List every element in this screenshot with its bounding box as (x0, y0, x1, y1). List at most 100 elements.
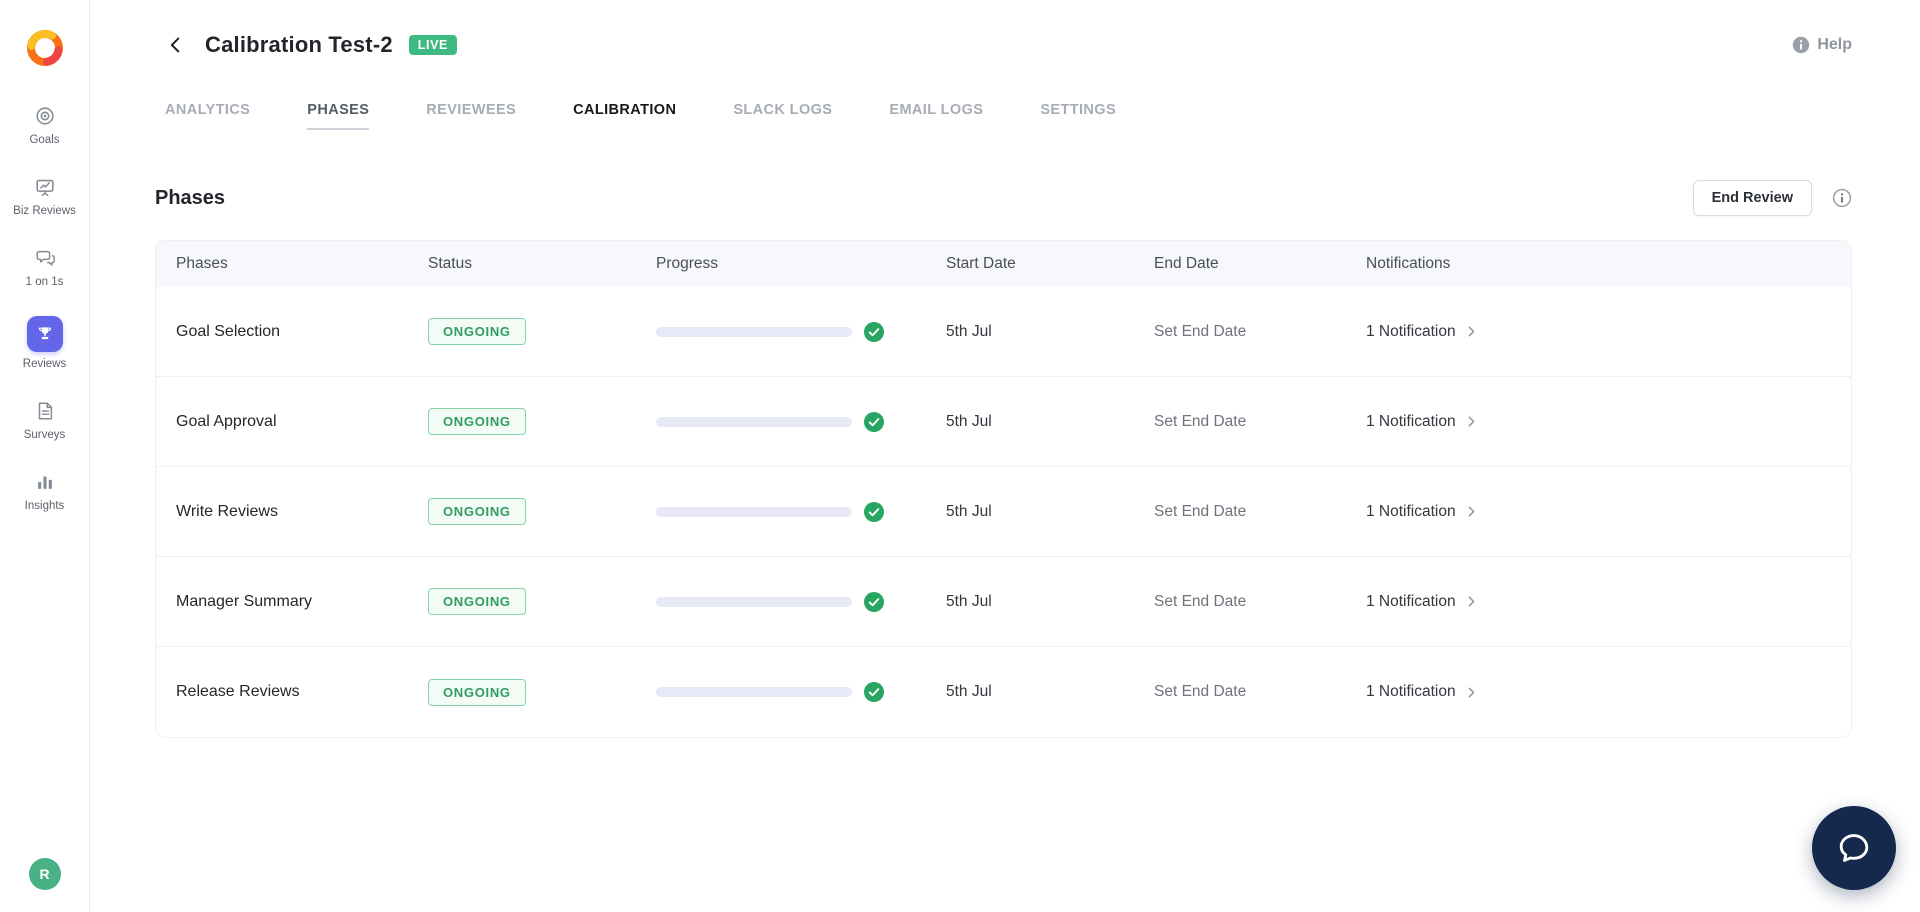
status-badge: ONGOING (428, 318, 526, 345)
one-on-ones-icon (33, 246, 57, 270)
table-row: Write Reviews ONGOING 5th Jul Set End Da… (156, 467, 1851, 557)
tab-email-logs[interactable]: EMAIL LOGS (889, 102, 983, 130)
notifications-link[interactable]: 1 Notification (1366, 413, 1851, 431)
info-button[interactable] (1832, 188, 1852, 208)
sidebar-item-goals[interactable]: Goals (0, 104, 89, 148)
chevron-right-icon (1468, 506, 1474, 517)
column-header-start-date: Start Date (946, 255, 1016, 272)
biz-reviews-icon (33, 175, 57, 199)
check-circle-icon (864, 591, 884, 612)
check-circle-icon (864, 682, 884, 702)
status-badge: ONGOING (428, 588, 526, 615)
progress-indicator (656, 501, 946, 522)
status-badge: ONGOING (428, 678, 526, 706)
app-logo-icon[interactable] (23, 26, 67, 70)
phases-section-header: Phases End Review (155, 180, 1852, 216)
start-date: 5th Jul (946, 412, 992, 430)
progress-bar (656, 596, 852, 607)
chevron-right-icon (1468, 596, 1474, 607)
sidebar-item-insights[interactable]: Insights (0, 470, 89, 514)
back-button[interactable] (163, 32, 189, 58)
info-outline-icon (1832, 188, 1852, 208)
phase-name: Manager Summary (176, 592, 313, 610)
set-end-date-link[interactable]: Set End Date (1154, 323, 1366, 341)
set-end-date-link[interactable]: Set End Date (1154, 683, 1366, 701)
insights-icon (33, 470, 57, 494)
tab-reviewees[interactable]: REVIEWEES (426, 102, 516, 130)
notifications-link[interactable]: 1 Notification (1366, 323, 1851, 341)
tab-phases[interactable]: PHASES (307, 102, 370, 130)
phase-name: Release Reviews (176, 683, 300, 700)
phase-name: Goal Selection (176, 322, 281, 340)
phases-table: Phases Status Progress Start Date End Da… (155, 240, 1852, 738)
progress-bar (656, 326, 852, 337)
progress-indicator (656, 321, 946, 342)
sidebar-item-label: Insights (24, 499, 65, 512)
table-row: Release Reviews ONGOING 5th Jul Set End … (156, 647, 1851, 737)
sidebar-nav: Goals Biz Reviews 1 on 1s Reviews Survey… (0, 104, 89, 514)
status-badge: ONGOING (428, 498, 526, 525)
chevron-right-icon (1468, 416, 1474, 427)
progress-indicator (656, 591, 946, 612)
check-circle-icon (864, 321, 884, 342)
status-badge: ONGOING (428, 408, 526, 435)
notifications-link[interactable]: 1 Notification (1366, 593, 1851, 611)
tab-slack-logs[interactable]: SLACK LOGS (733, 102, 832, 130)
table-row: Manager Summary ONGOING 5th Jul Set End … (156, 557, 1851, 647)
chevron-right-icon (1468, 687, 1474, 697)
set-end-date-link[interactable]: Set End Date (1154, 593, 1366, 611)
sidebar-item-label: Reviews (22, 358, 67, 371)
set-end-date-link[interactable]: Set End Date (1154, 413, 1366, 431)
progress-bar (656, 687, 852, 697)
progress-bar (656, 416, 852, 427)
notifications-link[interactable]: 1 Notification (1366, 503, 1851, 521)
notifications-label: 1 Notification (1366, 322, 1456, 340)
column-header-status: Status (428, 255, 472, 272)
column-header-end-date: End Date (1154, 255, 1219, 272)
help-button[interactable]: Help (1792, 36, 1852, 54)
sidebar-item-biz-reviews[interactable]: Biz Reviews (0, 175, 89, 219)
section-actions: End Review (1692, 180, 1852, 216)
help-label: Help (1817, 36, 1852, 53)
page-header: Calibration Test-2 LIVE Help (155, 0, 1852, 58)
notifications-label: 1 Notification (1366, 412, 1456, 430)
chat-bubble-icon (1839, 834, 1869, 862)
user-avatar[interactable]: R (28, 858, 61, 890)
column-header-notifications: Notifications (1366, 255, 1451, 272)
start-date: 5th Jul (946, 502, 992, 520)
progress-bar (656, 506, 852, 517)
phase-name: Goal Approval (176, 412, 277, 430)
table-body: Goal Selection ONGOING 5th Jul Set End D… (156, 287, 1851, 737)
start-date: 5th Jul (946, 683, 992, 700)
table-header-row: Phases Status Progress Start Date End Da… (156, 241, 1851, 287)
start-date: 5th Jul (946, 592, 992, 610)
sidebar-item-reviews[interactable]: Reviews (0, 316, 89, 372)
tab-calibration[interactable]: CALIBRATION (573, 102, 676, 130)
sidebar-item-surveys[interactable]: Surveys (0, 399, 89, 443)
section-title: Phases (155, 186, 226, 209)
notifications-label: 1 Notification (1366, 592, 1456, 610)
sidebar-item-label: Surveys (23, 429, 66, 442)
surveys-icon (33, 399, 57, 423)
table-row: Goal Selection ONGOING 5th Jul Set End D… (156, 287, 1851, 377)
tab-settings[interactable]: SETTINGS (1040, 102, 1116, 130)
set-end-date-link[interactable]: Set End Date (1154, 503, 1366, 521)
live-badge: LIVE (408, 35, 457, 55)
sidebar-item-one-on-ones[interactable]: 1 on 1s (0, 246, 89, 290)
notifications-label: 1 Notification (1366, 502, 1456, 520)
sidebar-item-label: Goals (29, 134, 60, 146)
main-content: Calibration Test-2 LIVE Help ANALYTICS P… (90, 0, 1920, 912)
chevron-left-icon (170, 37, 180, 53)
table-row: Goal Approval ONGOING 5th Jul Set End Da… (156, 377, 1851, 467)
start-date: 5th Jul (946, 322, 992, 340)
sidebar-item-label: Biz Reviews (13, 204, 76, 217)
phase-name: Write Reviews (176, 502, 278, 520)
progress-indicator (656, 682, 946, 702)
notifications-link[interactable]: 1 Notification (1366, 683, 1851, 701)
column-header-progress: Progress (656, 255, 719, 272)
tab-analytics[interactable]: ANALYTICS (165, 102, 250, 130)
end-review-button[interactable]: End Review (1692, 180, 1812, 216)
chat-widget-button[interactable] (1812, 806, 1896, 890)
check-circle-icon (864, 501, 884, 522)
info-filled-icon (1793, 36, 1810, 54)
